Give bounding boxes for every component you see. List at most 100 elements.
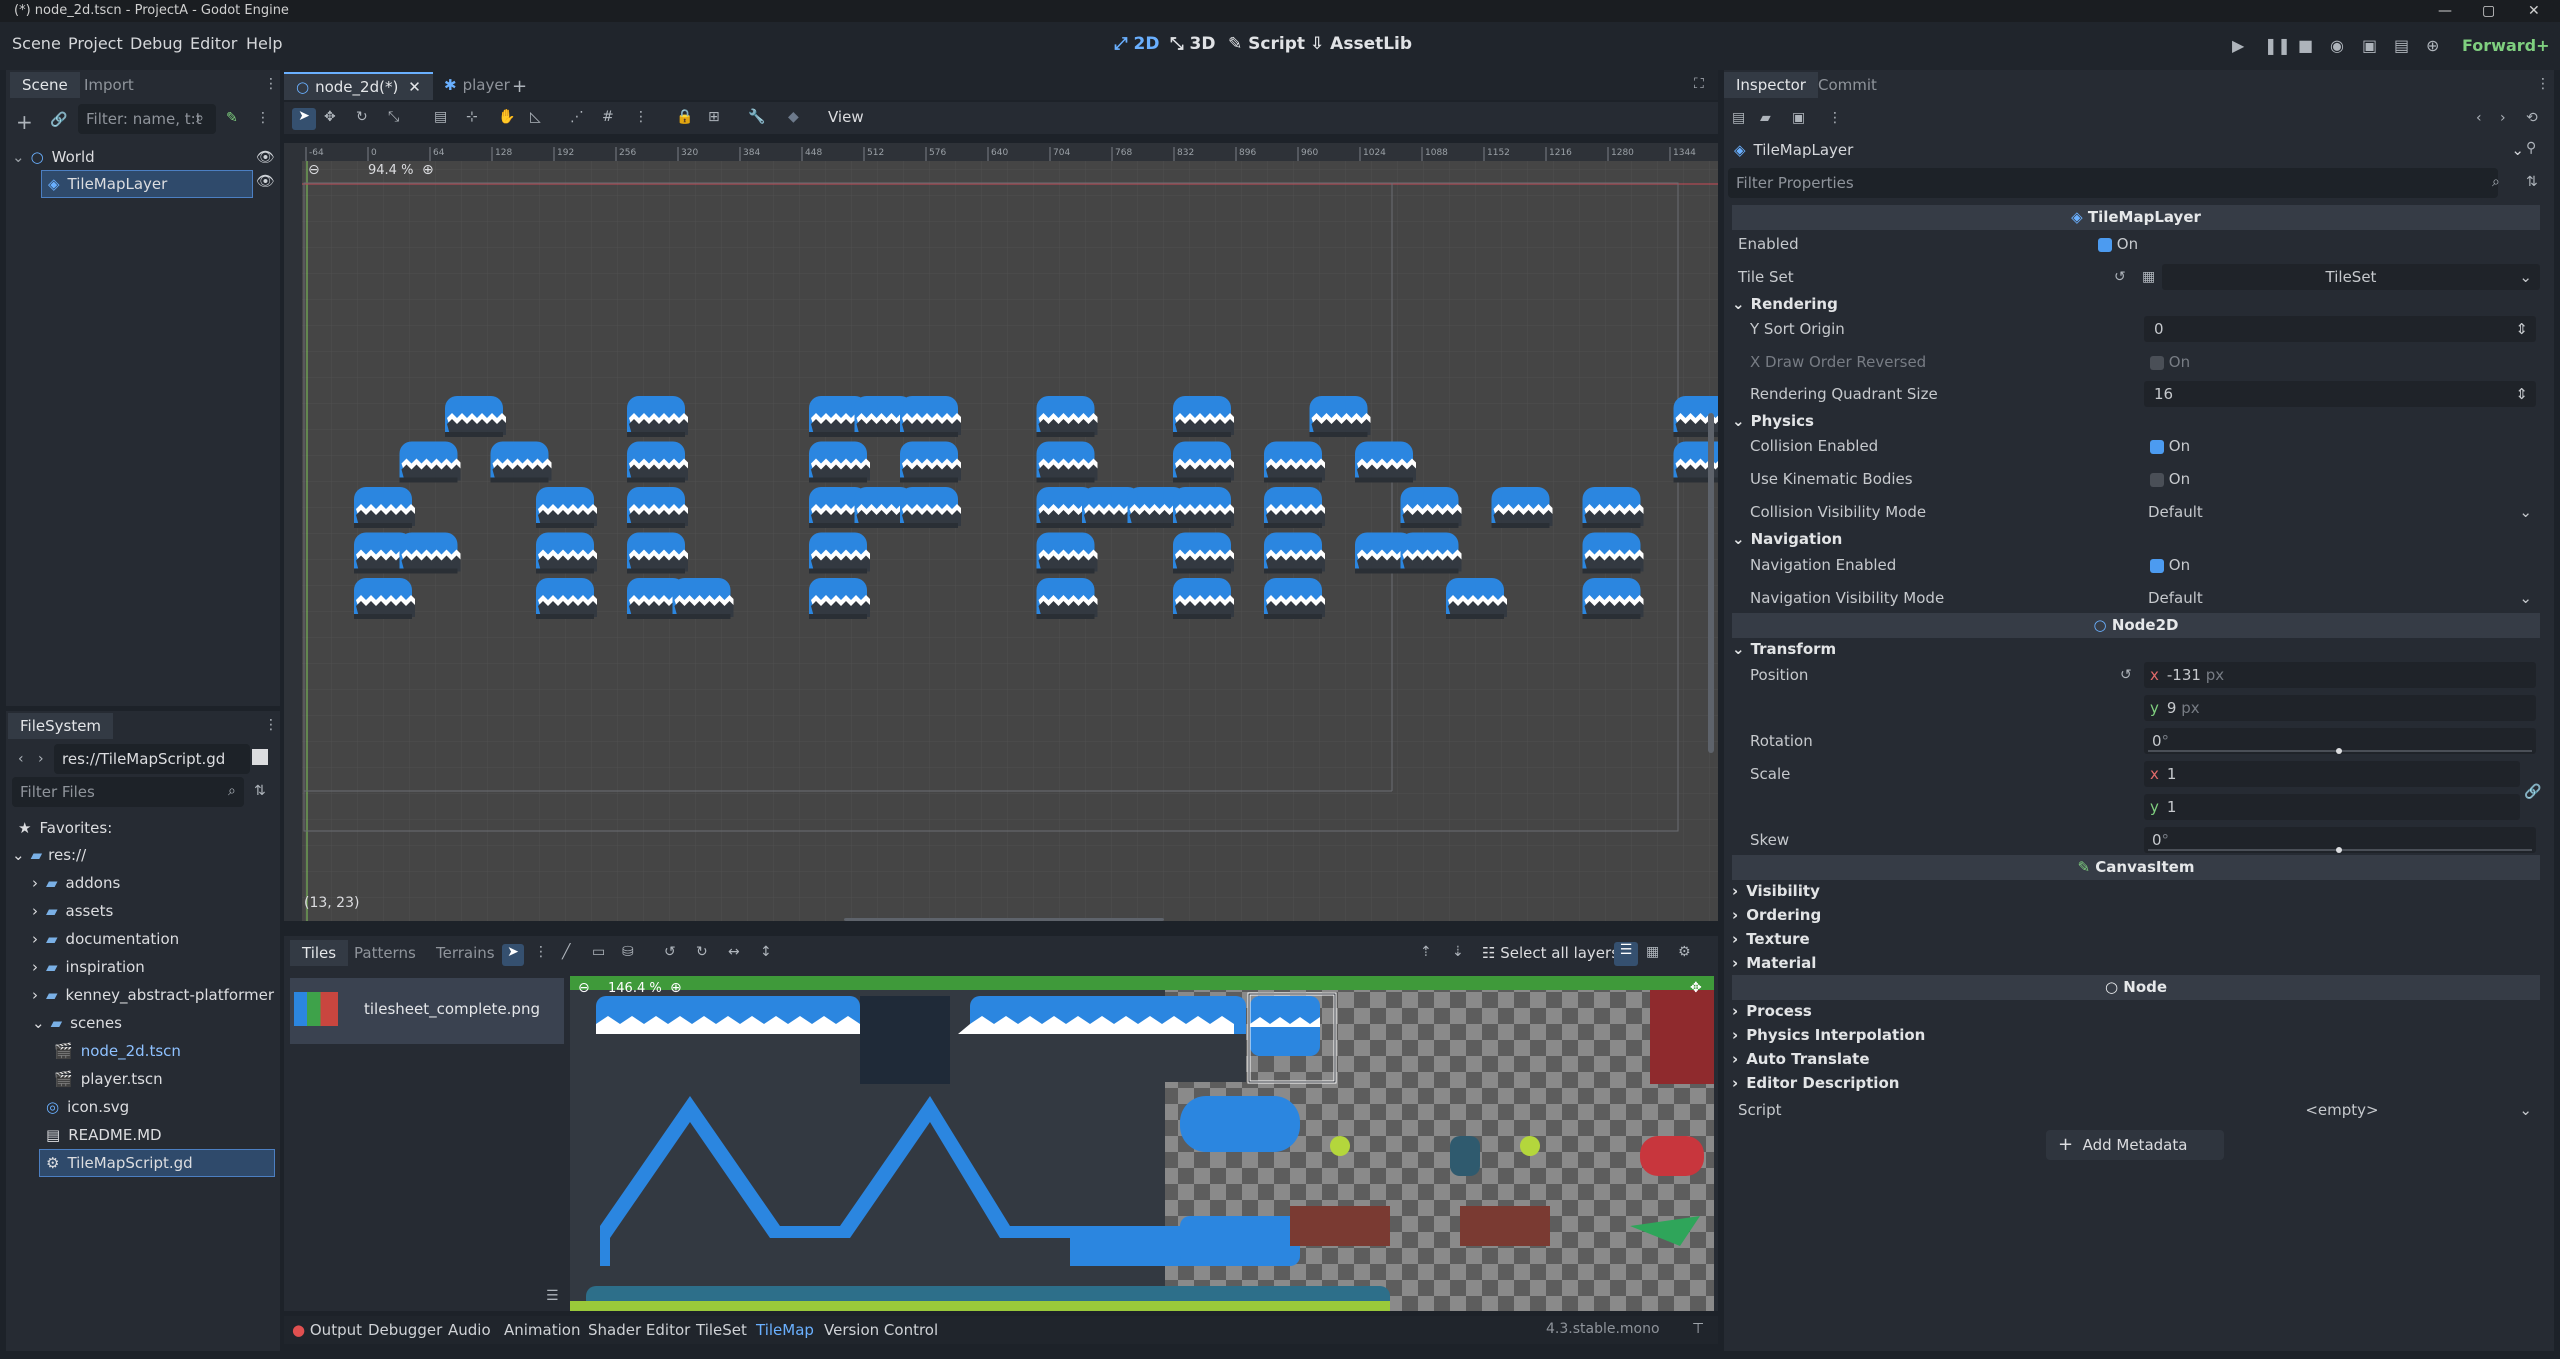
close-icon[interactable]: ✕ — [2528, 0, 2540, 22]
enabled-checkbox[interactable]: On — [2098, 228, 2138, 260]
path-field[interactable]: res://TileMapScript.gd — [54, 744, 250, 774]
position-y-field[interactable]: y9 px — [2144, 695, 2536, 721]
scale-tool-icon[interactable]: ⤡ — [388, 109, 399, 125]
expand-icon[interactable]: › — [32, 902, 38, 920]
zoom-level[interactable]: 94.4 % — [368, 163, 413, 178]
res-root-item[interactable]: ⌄ ▰ res:// — [12, 842, 86, 868]
expand-icon[interactable]: › — [32, 986, 38, 1004]
section-visibility[interactable]: › Visibility — [1732, 880, 2540, 903]
maximize-icon[interactable]: ▢ — [2482, 0, 2495, 22]
tab-tilemap[interactable]: TileMap — [756, 1321, 814, 1339]
visibility-eye-icon[interactable]: 👁 — [256, 172, 275, 190]
forward-icon[interactable]: › — [38, 751, 44, 767]
expand-icon[interactable]: › — [32, 958, 38, 976]
section-ordering[interactable]: › Ordering — [1732, 904, 2540, 927]
file-filter-input[interactable]: Filter Files — [12, 777, 244, 807]
section-process[interactable]: › Process — [1732, 1000, 2540, 1023]
scale-x-field[interactable]: x1 — [2144, 761, 2520, 787]
quadrant-size-field[interactable]: 16 ⇕ — [2144, 381, 2536, 407]
skeleton-icon[interactable]: 🔧 — [748, 109, 765, 125]
revert-icon[interactable]: ↺ — [2114, 261, 2126, 293]
rotate-right-icon[interactable]: ↻ — [696, 944, 708, 960]
spinner-icon[interactable]: ⇕ — [2515, 381, 2528, 407]
file-player-tscn[interactable]: 🎬 player.tscn — [54, 1066, 163, 1092]
sort-icon[interactable]: ⇅ — [254, 783, 266, 799]
rotate-left-icon[interactable]: ↺ — [664, 944, 676, 960]
zoom-out-icon[interactable]: ⊖ — [308, 162, 320, 178]
file-icon-svg[interactable]: ◎ icon.svg — [46, 1094, 129, 1120]
remote-debug-icon[interactable]: ◉ — [2330, 36, 2344, 55]
link-icon[interactable]: 🔗 — [50, 112, 67, 128]
section-transform[interactable]: ⌄ Transform — [1732, 638, 2540, 661]
file-tilemapscript-gd[interactable]: ⚙ TileMapScript.gd — [39, 1149, 275, 1177]
flip-v-icon[interactable]: ↕ — [760, 944, 772, 960]
workspace-assetlib-button[interactable]: ⇩ AssetLib — [1310, 34, 1412, 54]
tileset-resource-field[interactable]: TileSet ⌄ — [2162, 264, 2540, 290]
y-sort-origin-field[interactable]: 0 ⇕ — [2144, 316, 2536, 342]
folder-assets[interactable]: › ▰ assets — [32, 898, 113, 924]
selectable-list-icon[interactable]: ▤ — [434, 109, 447, 125]
workspace-3d-button[interactable]: ⤡ 3D — [1170, 34, 1215, 54]
folder-scenes[interactable]: ⌄ ▰ scenes — [32, 1010, 122, 1036]
pan-tool-icon[interactable]: ✋ — [498, 109, 515, 125]
atlas-zoom-level[interactable]: 146.4 % — [608, 981, 662, 996]
select-tool-icon[interactable]: ➤ — [292, 108, 316, 130]
link-scale-icon[interactable]: 🔗 — [2524, 784, 2541, 800]
tile-source-item[interactable]: tilesheet_complete.png — [290, 978, 564, 1044]
rotation-slider[interactable]: 0° — [2144, 728, 2536, 754]
section-auto-translate[interactable]: › Auto Translate — [1732, 1048, 2540, 1071]
select-tool-icon[interactable]: ➤ — [502, 944, 524, 966]
position-x-field[interactable]: x -131 px — [2144, 662, 2536, 688]
grid-toggle-icon[interactable]: ▦ — [1646, 944, 1659, 960]
filter-properties-input[interactable]: Filter Properties — [1728, 168, 2498, 198]
menu-project[interactable]: Project — [68, 34, 123, 53]
grid-snap-icon[interactable]: # — [602, 109, 614, 125]
more-icon[interactable]: ⋮ — [256, 110, 270, 126]
play-scene-icon[interactable]: ▣ — [2362, 36, 2377, 55]
tile-atlas-view[interactable]: ⊖ 146.4 % ⊕ ✥ — [570, 976, 1714, 1311]
distraction-free-icon[interactable]: ⛶ — [1694, 76, 1704, 92]
tile-atlas-canvas[interactable] — [570, 976, 1714, 1311]
tab-scene[interactable]: Scene — [10, 72, 80, 98]
split-view-icon[interactable] — [252, 749, 268, 765]
tilemap-settings-icon[interactable]: ⚙ — [1678, 944, 1691, 960]
prev-layer-icon[interactable]: ⇡ — [1420, 944, 1432, 960]
rotate-tool-icon[interactable]: ↻ — [356, 109, 368, 125]
file-readme[interactable]: ▤ README.MD — [46, 1122, 162, 1148]
canvas-viewport[interactable]: -64 0 64 128 192 256 320 384 448 512 576 640 704 768 8… — [284, 143, 1718, 921]
stop-icon[interactable]: ■ — [2298, 36, 2313, 55]
tab-tiles[interactable]: Tiles — [290, 940, 349, 966]
menu-editor[interactable]: Editor — [190, 34, 237, 53]
back-icon[interactable]: ‹ — [18, 751, 24, 767]
pin-panel-icon[interactable]: ⊤ — [1692, 1321, 1704, 1337]
file-node2d-tscn[interactable]: 🎬 node_2d.tscn — [54, 1038, 181, 1064]
tab-node2d[interactable]: ○ node_2d(*) ✕ — [284, 72, 433, 100]
tab-inspector[interactable]: Inspector — [1724, 72, 1818, 98]
zoom-in-icon[interactable]: ⊕ — [422, 162, 434, 178]
workspace-2d-button[interactable]: ⤢ 2D — [1114, 34, 1159, 54]
revert-icon[interactable]: ↺ — [2120, 659, 2132, 691]
kinematic-checkbox[interactable]: On — [2150, 463, 2190, 495]
tab-filesystem[interactable]: FileSystem — [8, 713, 114, 739]
line-tool-icon[interactable]: ╱ — [562, 944, 570, 960]
close-tab-icon[interactable]: ✕ — [408, 78, 421, 96]
atlas-zoom-out-icon[interactable]: ⊖ — [578, 980, 590, 996]
slider-handle[interactable] — [2336, 748, 2342, 754]
expand-icon[interactable]: › — [32, 930, 38, 948]
smart-snap-icon[interactable]: ⋰ — [570, 109, 584, 125]
object-selector[interactable]: ◈ TileMapLayer ⌄ — [1730, 138, 2524, 162]
play-custom-icon[interactable]: ▤ — [2394, 36, 2409, 55]
script-attach-icon[interactable]: ✎ — [226, 110, 238, 126]
more-icon[interactable]: ⋮ — [1828, 110, 1842, 126]
collapse-icon[interactable]: ⌄ — [12, 148, 25, 166]
folder-documentation[interactable]: › ▰ documentation — [32, 926, 179, 952]
highlight-layer-icon[interactable]: ☰ — [1614, 942, 1638, 966]
next-layer-icon[interactable]: ⇣ — [1452, 944, 1464, 960]
movie-icon[interactable]: ⊕ — [2426, 36, 2439, 55]
atlas-zoom-in-icon[interactable]: ⊕ — [670, 980, 682, 996]
menu-scene[interactable]: Scene — [12, 34, 61, 53]
folder-inspiration[interactable]: › ▰ inspiration — [32, 954, 145, 980]
dock-menu-icon[interactable]: ⋮ — [264, 717, 278, 733]
play-icon[interactable]: ▶ — [2232, 36, 2244, 55]
history-back-icon[interactable]: ‹ — [2476, 110, 2482, 126]
